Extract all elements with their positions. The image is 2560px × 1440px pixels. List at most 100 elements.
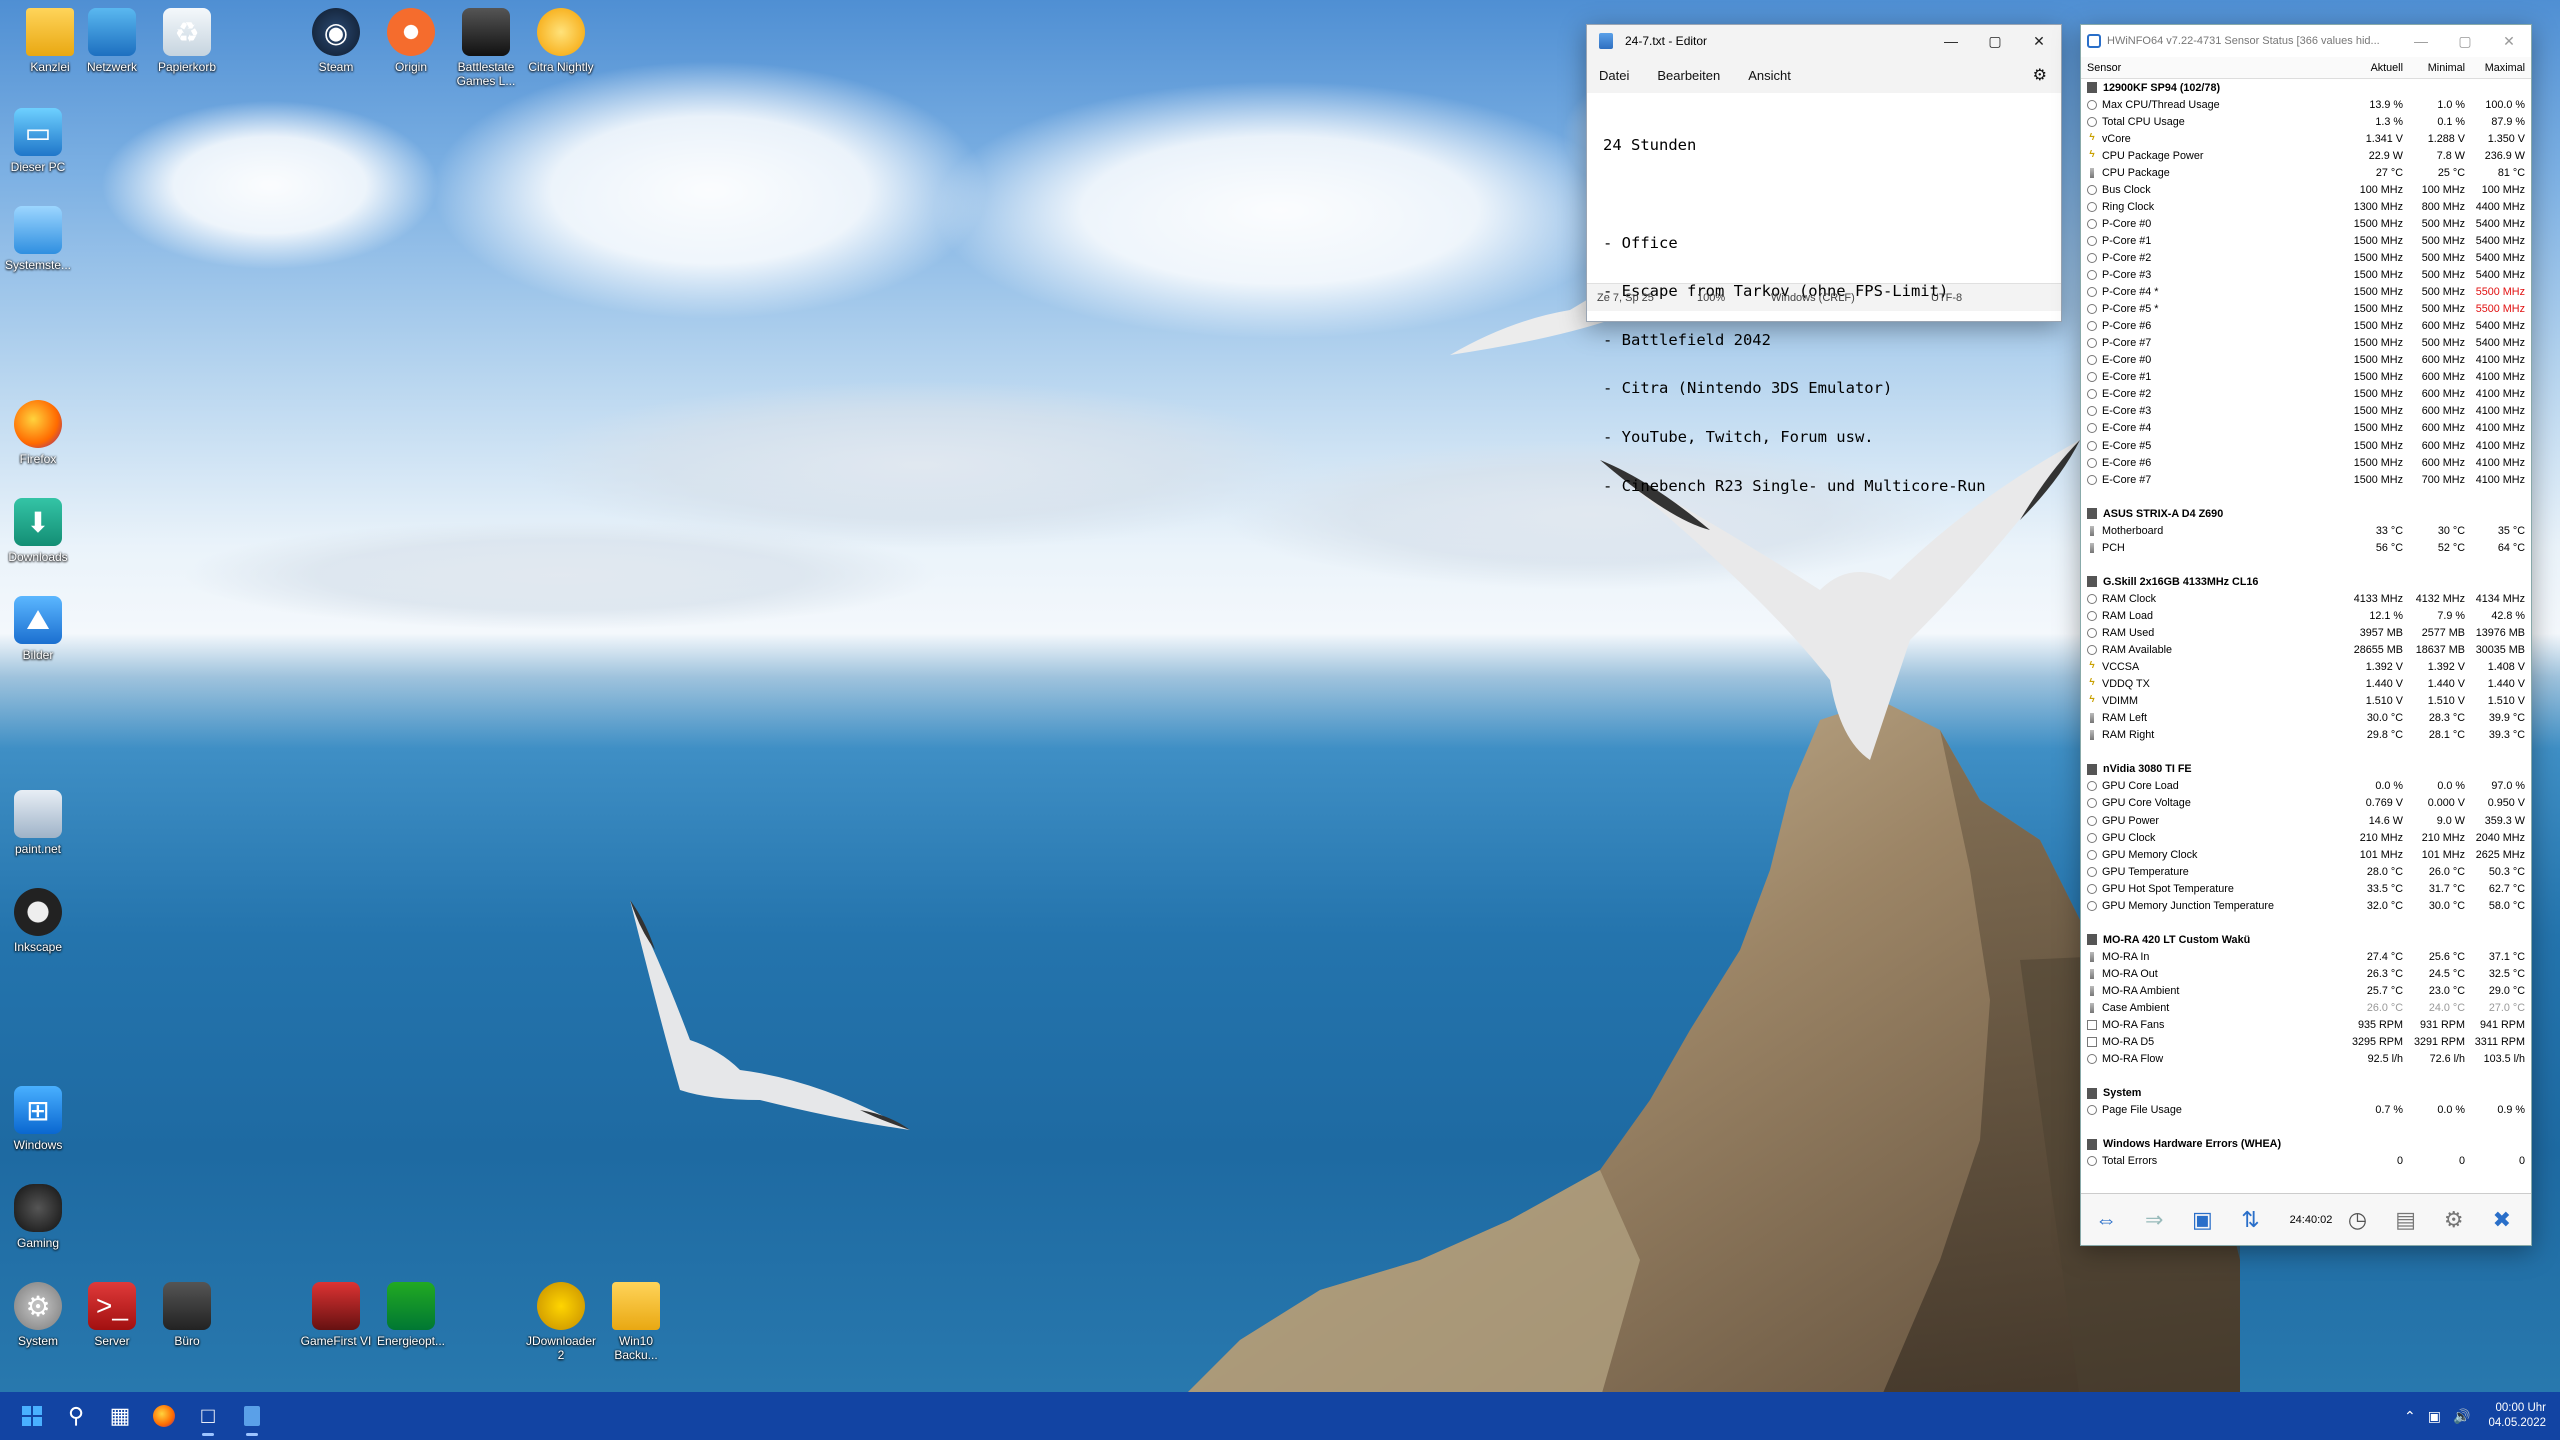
desktop-icon-win10-backu[interactable]: Win10 Backu... bbox=[598, 1282, 674, 1362]
close-button[interactable]: ✕ bbox=[2017, 25, 2061, 57]
column-min[interactable]: Minimal bbox=[2407, 62, 2469, 74]
desktop-icon-citra-nightly[interactable]: Citra Nightly bbox=[523, 8, 599, 74]
hwinfo-window[interactable]: HWiNFO64 v7.22-4731 Sensor Status [366 v… bbox=[2080, 24, 2532, 1246]
sensor-row[interactable]: RAM Used 3957 MB 2577 MB 13976 MB bbox=[2081, 625, 2531, 642]
notepad-window[interactable]: 24-7.txt - Editor — ▢ ✕ Datei Bearbeiten… bbox=[1586, 24, 2062, 494]
minimize-button[interactable]: — bbox=[1929, 25, 1973, 57]
sensor-row[interactable]: GPU Memory Clock 101 MHz 101 MHz 2625 MHz bbox=[2081, 846, 2531, 863]
column-current[interactable]: Aktuell bbox=[2345, 62, 2407, 74]
sensor-row[interactable]: GPU Core Voltage 0.769 V 0.000 V 0.950 V bbox=[2081, 795, 2531, 812]
desktop-icon-papierkorb[interactable]: ♻ Papierkorb bbox=[149, 8, 225, 74]
minimize-button[interactable]: — bbox=[2399, 25, 2443, 57]
sensor-group-header[interactable]: 12900KF SP94 (102/78) bbox=[2081, 79, 2531, 96]
hwinfo-titlebar[interactable]: HWiNFO64 v7.22-4731 Sensor Status [366 v… bbox=[2081, 25, 2531, 57]
sensor-row[interactable]: Page File Usage 0.7 % 0.0 % 0.9 % bbox=[2081, 1102, 2531, 1119]
sensor-row[interactable]: Max CPU/Thread Usage 13.9 % 1.0 % 100.0 % bbox=[2081, 96, 2531, 113]
search-icon[interactable]: ⚲ bbox=[54, 1394, 98, 1438]
sensor-group-header[interactable]: MO-RA 420 LT Custom Wakü bbox=[2081, 931, 2531, 948]
desktop-icon-b-ro[interactable]: Büro bbox=[149, 1282, 225, 1348]
sensor-row[interactable]: Ring Clock 1300 MHz 800 MHz 4400 MHz bbox=[2081, 198, 2531, 215]
arrows-left-right-icon[interactable]: ⇔ bbox=[2087, 1202, 2125, 1238]
sensor-row[interactable]: RAM Available 28655 MB 18637 MB 30035 MB bbox=[2081, 642, 2531, 659]
desktop-icon-windows[interactable]: ⊞ Windows bbox=[0, 1086, 76, 1152]
sensor-row[interactable]: MO-RA Out 26.3 °C 24.5 °C 32.5 °C bbox=[2081, 965, 2531, 982]
settings-gear-icon[interactable]: ⚙ bbox=[2435, 1202, 2473, 1238]
layout-switch-icon[interactable]: ⇅ bbox=[2231, 1202, 2269, 1238]
sensor-row[interactable]: ϟ vCore 1.341 V 1.288 V 1.350 V bbox=[2081, 130, 2531, 147]
notepad-icon[interactable] bbox=[230, 1394, 274, 1438]
desktop-icon-origin[interactable]: Origin bbox=[373, 8, 449, 74]
desktop-icon-server[interactable]: >_ Server bbox=[74, 1282, 150, 1348]
firefox-icon[interactable] bbox=[142, 1394, 186, 1438]
sensor-row[interactable]: Case Ambient 26.0 °C 24.0 °C 27.0 °C bbox=[2081, 1000, 2531, 1017]
sensor-row[interactable]: RAM Left 30.0 °C 28.3 °C 39.9 °C bbox=[2081, 710, 2531, 727]
sensor-row[interactable]: GPU Memory Junction Temperature 32.0 °C 30… bbox=[2081, 897, 2531, 914]
sensor-row[interactable]: E-Core #5 1500 MHz 600 MHz 4100 MHz bbox=[2081, 437, 2531, 454]
sensor-row[interactable]: ϟ VDIMM 1.510 V 1.510 V 1.510 V bbox=[2081, 693, 2531, 710]
close-x-icon[interactable]: ✖ bbox=[2483, 1202, 2521, 1238]
sensor-row[interactable]: MO-RA In 27.4 °C 25.6 °C 37.1 °C bbox=[2081, 948, 2531, 965]
desktop-icon-energieopt[interactable]: Energieopt... bbox=[373, 1282, 449, 1348]
clock-icon[interactable]: ◷ bbox=[2338, 1202, 2376, 1238]
sensor-row[interactable]: P-Core #1 1500 MHz 500 MHz 5400 MHz bbox=[2081, 232, 2531, 249]
sensor-group-header[interactable]: System bbox=[2081, 1085, 2531, 1102]
sensor-row[interactable]: E-Core #7 1500 MHz 700 MHz 4100 MHz bbox=[2081, 471, 2531, 488]
menu-ansicht[interactable]: Ansicht bbox=[1748, 68, 1791, 83]
column-sensor[interactable]: Sensor bbox=[2081, 62, 2345, 74]
sensor-row[interactable]: E-Core #6 1500 MHz 600 MHz 4100 MHz bbox=[2081, 454, 2531, 471]
desktop-icon-gamefirst-vi[interactable]: GameFirst VI bbox=[298, 1282, 374, 1348]
desktop-icon-steam[interactable]: ◉ Steam bbox=[298, 8, 374, 74]
sensor-row[interactable]: P-Core #4 * 1500 MHz 500 MHz 5500 MHz bbox=[2081, 284, 2531, 301]
chevron-up-icon[interactable]: ⌃ bbox=[2404, 1408, 2416, 1425]
sensor-row[interactable]: MO-RA Flow 92.5 l/h 72.6 l/h 103.5 l/h bbox=[2081, 1051, 2531, 1068]
sensor-list[interactable]: 12900KF SP94 (102/78) Max CPU/Thread Usag… bbox=[2081, 79, 2531, 1170]
sensor-row[interactable]: GPU Clock 210 MHz 210 MHz 2040 MHz bbox=[2081, 829, 2531, 846]
desktop-icon-systemste[interactable]: Systemste... bbox=[0, 206, 76, 272]
sensor-row[interactable]: MO-RA D5 3295 RPM 3291 RPM 3311 RPM bbox=[2081, 1034, 2531, 1051]
sensor-row[interactable]: CPU Package 27 °C 25 °C 81 °C bbox=[2081, 164, 2531, 181]
text-area[interactable]: 24 Stunden - Office - Escape from Tarkov… bbox=[1587, 93, 2061, 494]
sensor-row[interactable]: Total Errors 0 0 0 bbox=[2081, 1153, 2531, 1170]
sensor-row[interactable]: Bus Clock 100 MHz 100 MHz 100 MHz bbox=[2081, 181, 2531, 198]
sensor-row[interactable]: E-Core #4 1500 MHz 600 MHz 4100 MHz bbox=[2081, 420, 2531, 437]
sensor-row[interactable]: RAM Right 29.8 °C 28.1 °C 39.3 °C bbox=[2081, 727, 2531, 744]
sensor-row[interactable]: GPU Temperature 28.0 °C 26.0 °C 50.3 °C bbox=[2081, 863, 2531, 880]
sensor-group-header[interactable]: ASUS STRIX-A D4 Z690 bbox=[2081, 505, 2531, 522]
sensor-group-header[interactable]: nVidia 3080 TI FE bbox=[2081, 761, 2531, 778]
desktop-icon-bilder[interactable]: ⛰ Bilder bbox=[0, 596, 76, 662]
sensor-group-header[interactable]: G.Skill 2x16GB 4133MHz CL16 bbox=[2081, 573, 2531, 590]
sensor-row[interactable]: RAM Clock 4133 MHz 4132 MHz 4134 MHz bbox=[2081, 590, 2531, 607]
sensor-row[interactable]: P-Core #5 * 1500 MHz 500 MHz 5500 MHz bbox=[2081, 301, 2531, 318]
network-icon[interactable]: ▣ bbox=[2428, 1408, 2441, 1425]
sensor-row[interactable]: P-Core #3 1500 MHz 500 MHz 5400 MHz bbox=[2081, 267, 2531, 284]
notepad-titlebar[interactable]: 24-7.txt - Editor — ▢ ✕ bbox=[1587, 25, 2061, 57]
menu-bearbeiten[interactable]: Bearbeiten bbox=[1657, 68, 1720, 83]
sensor-row[interactable]: Motherboard 33 °C 30 °C 35 °C bbox=[2081, 522, 2531, 539]
desktop-icon-jdownloader-2[interactable]: JDownloader 2 bbox=[523, 1282, 599, 1362]
maximize-button[interactable]: ▢ bbox=[1973, 25, 2017, 57]
settings-gear-icon[interactable]: ⚙ bbox=[2033, 65, 2047, 85]
desktop-icon-paint-net[interactable]: paint.net bbox=[0, 790, 76, 856]
sensor-row[interactable]: E-Core #1 1500 MHz 600 MHz 4100 MHz bbox=[2081, 369, 2531, 386]
sensor-row[interactable]: PCH 56 °C 52 °C 64 °C bbox=[2081, 539, 2531, 556]
calculator-icon[interactable]: ▦ bbox=[98, 1394, 142, 1438]
sensor-group-header[interactable]: Windows Hardware Errors (WHEA) bbox=[2081, 1136, 2531, 1153]
sensor-row[interactable]: E-Core #3 1500 MHz 600 MHz 4100 MHz bbox=[2081, 403, 2531, 420]
sensor-row[interactable]: P-Core #6 1500 MHz 600 MHz 5400 MHz bbox=[2081, 318, 2531, 335]
sensor-row[interactable]: MO-RA Fans 935 RPM 931 RPM 941 RPM bbox=[2081, 1017, 2531, 1034]
menu-datei[interactable]: Datei bbox=[1599, 68, 1629, 83]
network-sensor-icon[interactable]: ▣ bbox=[2183, 1202, 2221, 1238]
clock[interactable]: 00:00 Uhr 04.05.2022 bbox=[2488, 1401, 2546, 1431]
sensor-row[interactable]: Total CPU Usage 1.3 % 0.1 % 87.9 % bbox=[2081, 113, 2531, 130]
sensor-row[interactable]: GPU Core Load 0.0 % 0.0 % 97.0 % bbox=[2081, 778, 2531, 795]
sensor-row[interactable]: P-Core #0 1500 MHz 500 MHz 5400 MHz bbox=[2081, 215, 2531, 232]
report-icon[interactable]: ▤ bbox=[2387, 1202, 2425, 1238]
sensor-row[interactable]: MO-RA Ambient 25.7 °C 23.0 °C 29.0 °C bbox=[2081, 982, 2531, 999]
maximize-button[interactable]: ▢ bbox=[2443, 25, 2487, 57]
desktop-icon-downloads[interactable]: ⬇ Downloads bbox=[0, 498, 76, 564]
sensor-row[interactable]: P-Core #2 1500 MHz 500 MHz 5400 MHz bbox=[2081, 249, 2531, 266]
sensor-row[interactable]: E-Core #2 1500 MHz 600 MHz 4100 MHz bbox=[2081, 386, 2531, 403]
desktop-icon-inkscape[interactable]: Inkscape bbox=[0, 888, 76, 954]
desktop-icon-battlestate-games-l[interactable]: Battlestate Games L... bbox=[448, 8, 524, 88]
sensor-row[interactable]: ϟ VCCSA 1.392 V 1.392 V 1.408 V bbox=[2081, 659, 2531, 676]
